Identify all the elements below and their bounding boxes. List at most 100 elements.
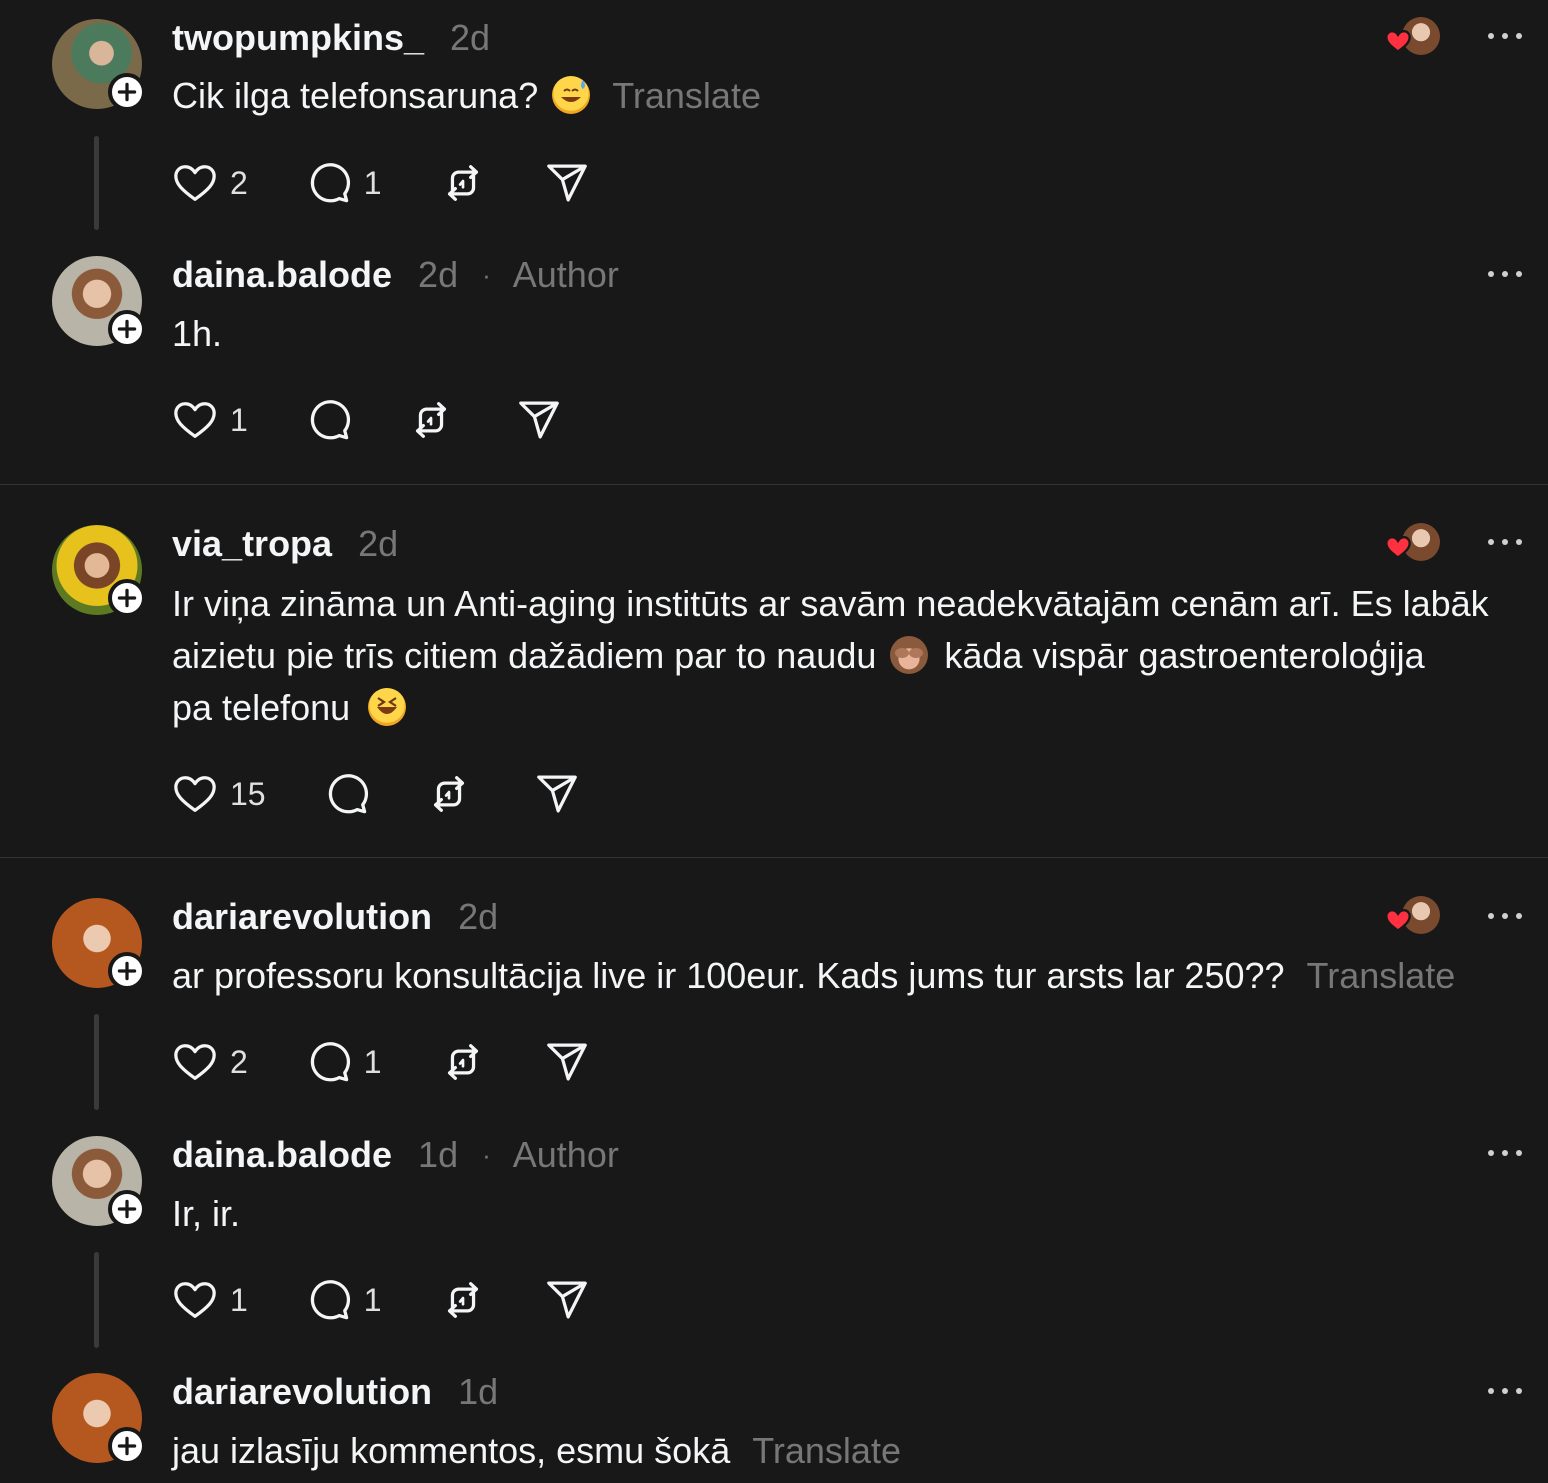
liked-by-author-indicator — [1384, 523, 1440, 563]
repost-icon — [440, 1277, 486, 1323]
avatar[interactable] — [52, 1136, 146, 1228]
heart-outline-icon — [172, 1039, 218, 1085]
reply-count: 1 — [363, 1043, 382, 1080]
timestamp[interactable]: 2d — [458, 896, 498, 938]
heart-filled-icon — [1384, 533, 1412, 561]
timestamp[interactable]: 2d — [418, 254, 458, 296]
avatar[interactable] — [52, 19, 146, 111]
timestamp[interactable]: 1d — [418, 1134, 458, 1176]
action-bar: 15 — [172, 771, 638, 817]
reply-button[interactable] — [306, 397, 352, 443]
liked-by-author-indicator — [1384, 17, 1440, 57]
like-count: 2 — [230, 1043, 248, 1080]
more-options-button[interactable] — [1488, 539, 1522, 549]
send-icon — [534, 771, 580, 817]
share-button[interactable] — [544, 1039, 590, 1085]
comment-text: Cik ilga telefonsaruna? Translate — [172, 75, 761, 116]
speech-bubble-icon — [306, 1039, 352, 1085]
heart-outline-icon — [172, 771, 218, 817]
comment-header: dariarevolution 2d — [172, 895, 498, 939]
speech-bubble-icon — [306, 160, 352, 206]
heart-outline-icon — [172, 160, 218, 206]
like-count: 1 — [230, 1281, 248, 1318]
like-button[interactable]: 2 — [172, 1039, 248, 1085]
repost-button[interactable] — [426, 771, 472, 817]
comment-text: jau izlasīju kommentos, esmu šokā Transla… — [172, 1430, 901, 1471]
avatar[interactable] — [52, 1373, 146, 1465]
timestamp[interactable]: 2d — [450, 17, 490, 59]
follow-plus-icon[interactable] — [108, 1190, 146, 1228]
comment-text: Ir, ir. — [172, 1193, 241, 1234]
like-count: 2 — [230, 164, 248, 201]
repost-button[interactable] — [440, 1039, 486, 1085]
comment-text: 1h. — [172, 313, 223, 354]
like-button[interactable]: 15 — [172, 771, 266, 817]
thread-line — [94, 1014, 99, 1110]
like-button[interactable]: 1 — [172, 1277, 248, 1323]
share-button[interactable] — [544, 160, 590, 206]
translate-link[interactable]: Translate — [752, 1430, 901, 1471]
action-bar: 1 1 — [172, 1277, 648, 1323]
reply-button[interactable]: 1 — [306, 1277, 382, 1323]
repost-button[interactable] — [440, 160, 486, 206]
more-options-button[interactable] — [1488, 271, 1522, 281]
repost-icon — [440, 160, 486, 206]
more-options-button[interactable] — [1488, 1388, 1522, 1398]
laughing-emoji — [368, 688, 407, 726]
more-options-button[interactable] — [1488, 33, 1522, 43]
repost-button[interactable] — [440, 1277, 486, 1323]
username[interactable]: daina.balode — [172, 254, 392, 296]
share-button[interactable] — [534, 771, 580, 817]
timestamp[interactable]: 1d — [458, 1371, 498, 1413]
username[interactable]: twopumpkins_ — [172, 17, 424, 59]
translate-link[interactable]: Translate — [1307, 955, 1456, 996]
repost-icon — [440, 1039, 486, 1085]
comment-header: via_tropa 2d — [172, 522, 398, 566]
share-button[interactable] — [516, 397, 562, 443]
liked-by-author-indicator — [1384, 896, 1440, 936]
timestamp[interactable]: 2d — [358, 523, 398, 565]
follow-plus-icon[interactable] — [108, 952, 146, 990]
follow-plus-icon[interactable] — [108, 310, 146, 348]
reply-button[interactable]: 1 — [306, 1039, 382, 1085]
speech-bubble-icon — [324, 771, 370, 817]
reply-count: 1 — [363, 164, 382, 201]
reply-count: 1 — [363, 1281, 382, 1318]
send-icon — [544, 1277, 590, 1323]
action-bar: 1 — [172, 397, 620, 443]
like-button[interactable]: 1 — [172, 397, 248, 443]
grinning-sweat-emoji — [552, 76, 591, 114]
comment-text: ar professoru konsultācija live ir 100eu… — [172, 955, 1456, 996]
comment-header: daina.balode 2d · Author — [172, 253, 619, 297]
heart-outline-icon — [172, 397, 218, 443]
thread-divider — [0, 484, 1548, 485]
avatar[interactable] — [52, 525, 146, 617]
comment-feed: twopumpkins_ 2d Cik ilga telefonsaruna? T… — [0, 0, 1548, 1483]
follow-plus-icon[interactable] — [108, 1427, 146, 1465]
speech-bubble-icon — [306, 397, 352, 443]
translate-link[interactable]: Translate — [612, 75, 761, 116]
repost-button[interactable] — [408, 397, 454, 443]
action-bar: 2 1 — [172, 1039, 648, 1085]
like-button[interactable]: 2 — [172, 160, 248, 206]
username[interactable]: daina.balode — [172, 1134, 392, 1176]
comment-header: twopumpkins_ 2d — [172, 16, 490, 60]
thread-line — [94, 136, 99, 230]
speech-bubble-icon — [306, 1277, 352, 1323]
username[interactable]: dariarevolution — [172, 1371, 432, 1413]
author-badge: Author — [512, 254, 619, 295]
username[interactable]: dariarevolution — [172, 896, 432, 938]
share-button[interactable] — [544, 1277, 590, 1323]
username[interactable]: via_tropa — [172, 523, 332, 565]
follow-plus-icon[interactable] — [108, 579, 146, 617]
reply-button[interactable]: 1 — [306, 160, 382, 206]
follow-plus-icon[interactable] — [108, 73, 146, 111]
heart-filled-icon — [1384, 906, 1412, 934]
avatar[interactable] — [52, 898, 146, 990]
more-options-button[interactable] — [1488, 1150, 1522, 1160]
separator: · — [482, 259, 491, 290]
reply-button[interactable] — [324, 771, 370, 817]
repost-icon — [426, 771, 472, 817]
more-options-button[interactable] — [1488, 913, 1522, 923]
avatar[interactable] — [52, 256, 146, 348]
